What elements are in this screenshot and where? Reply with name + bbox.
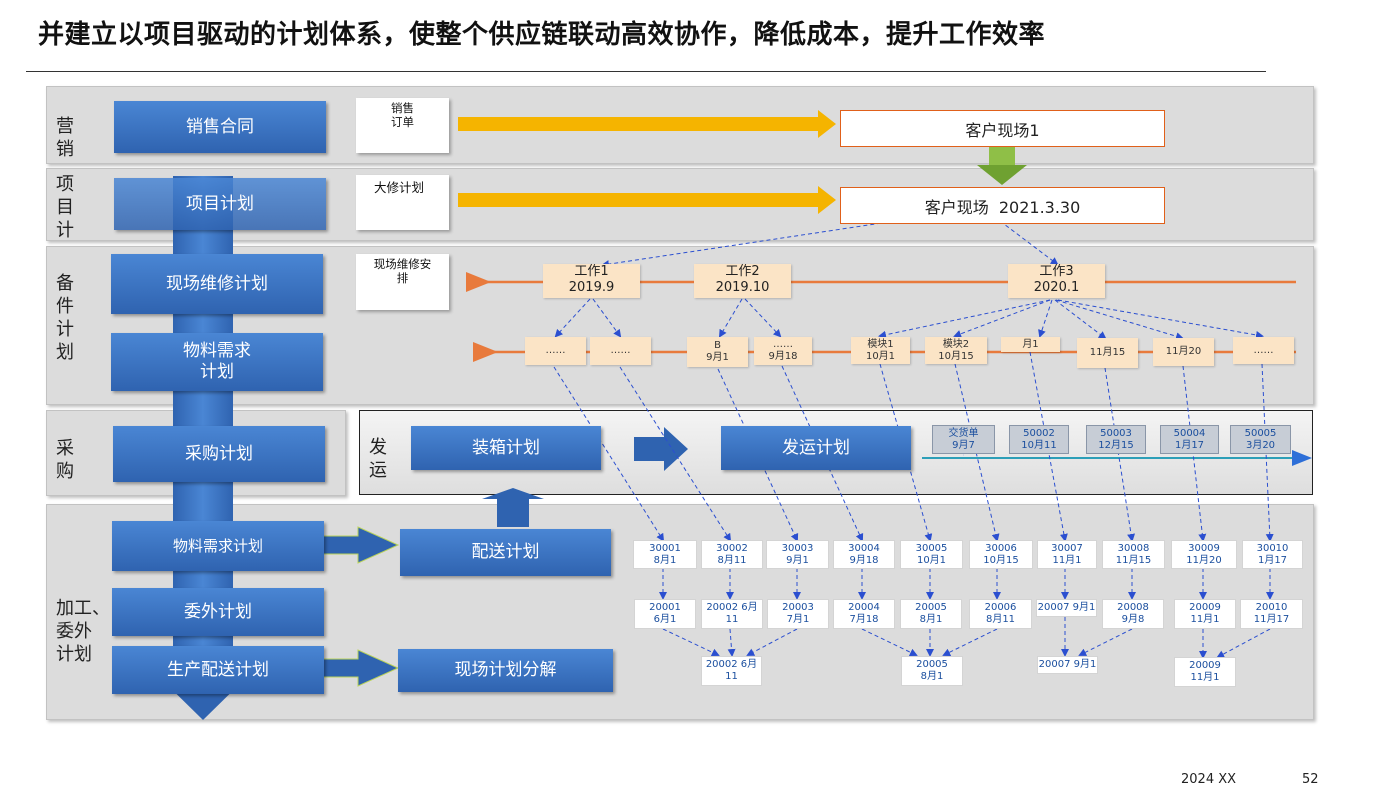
- subtask: ……: [590, 337, 651, 365]
- order-node-30001: 30001 8月1: [633, 540, 697, 569]
- order-node-20005: 20005 8月1: [900, 599, 962, 629]
- material-requirement-plan-box-1[interactable]: 物料需求 计划: [111, 333, 323, 391]
- order-node-20002: 20002 6月 11: [701, 599, 763, 629]
- sales-order-note: 销售 订单: [356, 98, 449, 153]
- order-node-20010: 20010 11月17: [1240, 599, 1303, 629]
- merged-node-20002: 20002 6月 11: [701, 656, 762, 686]
- order-node-20008: 20008 9月8: [1102, 599, 1164, 629]
- shipping-plan-box[interactable]: 发运计划: [721, 426, 911, 470]
- merged-node-20009: 20009 11月1: [1174, 657, 1236, 687]
- shipment-node: 50003 12月15: [1086, 425, 1146, 454]
- subtask: 月1: [1001, 337, 1060, 352]
- footer-date: 2024 XX: [1181, 772, 1237, 787]
- work-item-2: 工作2 2019.10: [694, 264, 791, 298]
- subtask: …… 9月18: [754, 337, 812, 365]
- page-number: 52: [1302, 772, 1319, 787]
- merged-node-20005: 20005 8月1: [901, 656, 963, 686]
- order-node-20006: 20006 8月11: [969, 599, 1032, 629]
- work-item-1: 工作1 2019.9: [543, 264, 640, 298]
- shipment-node: 50005 3月20: [1230, 425, 1291, 454]
- subtask: 模块1 10月1: [851, 337, 910, 364]
- order-node-30003: 30003 9月1: [766, 540, 829, 569]
- merged-node-20007: 20007 9月1: [1037, 656, 1098, 674]
- customer-site-1: 客户现场1: [840, 110, 1165, 147]
- order-node-20004: 20004 7月18: [833, 599, 895, 629]
- packing-plan-box[interactable]: 装箱计划: [411, 426, 601, 470]
- outsource-plan-box[interactable]: 委外计划: [112, 588, 324, 636]
- order-node-30006: 30006 10月15: [969, 540, 1033, 569]
- site-repair-arrangement-note: 现场维修安 排: [356, 254, 449, 310]
- production-delivery-plan-box[interactable]: 生产配送计划: [112, 646, 324, 694]
- work-item-3: 工作3 2020.1: [1008, 264, 1105, 298]
- overhaul-plan-note: 大修计划: [356, 175, 449, 230]
- yellow-arrow-1: [458, 117, 820, 131]
- delivery-plan-box[interactable]: 配送计划: [400, 529, 611, 576]
- order-node-20007: 20007 9月1: [1036, 599, 1097, 617]
- subtask: 11月20: [1153, 338, 1214, 366]
- site-repair-plan-box[interactable]: 现场维修计划: [111, 254, 323, 314]
- order-node-30010: 30010 1月17: [1242, 540, 1303, 569]
- order-node-30008: 30008 11月15: [1102, 540, 1165, 569]
- project-plan-box[interactable]: 项目计划: [114, 178, 326, 230]
- order-node-30007: 30007 11月1: [1037, 540, 1097, 569]
- yellow-arrow-2: [458, 193, 820, 207]
- customer-site-2: 客户现场 2021.3.30: [840, 187, 1165, 224]
- delivery-up-arrow: [482, 488, 544, 527]
- subtask: B 9月1: [687, 337, 748, 367]
- green-down-arrow: [989, 145, 1015, 167]
- subtask: ……: [525, 337, 586, 365]
- subtask: 11月15: [1077, 338, 1138, 368]
- shipment-node: 交货单 9月7: [932, 425, 995, 454]
- order-node-30005: 30005 10月1: [900, 540, 963, 569]
- subtask: ……: [1233, 337, 1294, 364]
- order-node-30004: 30004 9月18: [833, 540, 895, 569]
- packing-to-shipping-arrow: [634, 427, 688, 471]
- material-to-delivery-arrow: [317, 526, 400, 564]
- order-node-20009: 20009 11月1: [1174, 599, 1236, 629]
- shipment-node: 50004 1月17: [1160, 425, 1219, 454]
- order-node-30009: 30009 11月20: [1171, 540, 1237, 569]
- material-requirement-plan-box-2[interactable]: 物料需求计划: [112, 521, 324, 571]
- purchase-plan-box[interactable]: 采购计划: [113, 426, 325, 482]
- site-plan-breakdown-box[interactable]: 现场计划分解: [398, 649, 613, 692]
- shipment-node: 50002 10月11: [1009, 425, 1069, 454]
- sales-contract-box[interactable]: 销售合同: [114, 101, 326, 153]
- order-node-20001: 20001 6月1: [634, 599, 696, 629]
- order-node-30002: 30002 8月11: [701, 540, 763, 569]
- subtask: 模块2 10月15: [925, 337, 987, 364]
- order-node-20003: 20003 7月1: [767, 599, 829, 629]
- production-to-breakdown-arrow: [317, 649, 400, 687]
